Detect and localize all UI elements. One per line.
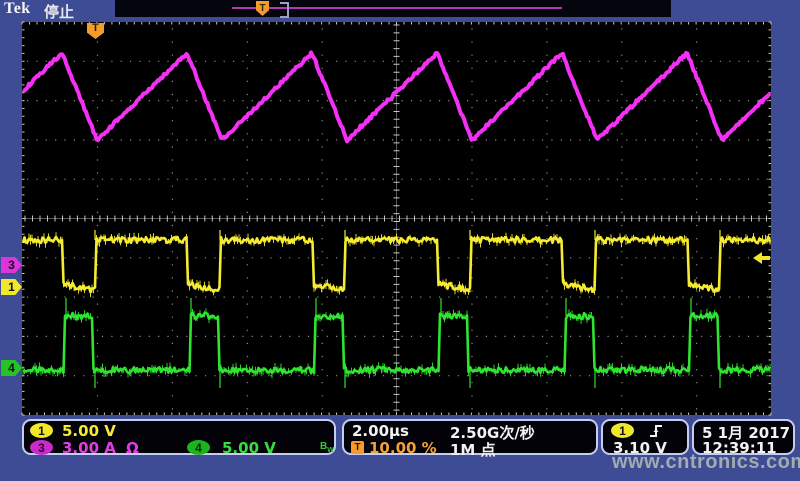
ch1-ground-marker: 1 <box>1 279 22 295</box>
oscilloscope-screen: Tek 停止 T T 3 1 4 1 5.00 V 3 3.00 A Ω 4 5… <box>0 0 800 481</box>
record-window-bracket-icon <box>280 2 289 18</box>
ch4-badge: 4 <box>187 440 210 455</box>
watermark: www.cntronics.com <box>612 451 800 474</box>
datetime-readout-box: 5 1月 2017 12:39:11 <box>692 419 795 455</box>
ch3-coupling: Ω <box>126 439 139 457</box>
ch3-ground-marker: 3 <box>1 257 22 273</box>
timebase-readout: 2.00µs <box>352 422 409 440</box>
record-view-bar: T <box>115 0 671 17</box>
ch4-scale: 5.00 V <box>222 439 276 457</box>
ch3-badge: 3 <box>30 440 53 455</box>
ch1-badge: 1 <box>30 423 53 438</box>
record-length-readout: 1M 点 <box>450 439 496 460</box>
trigger-position-readout: 10.00 % <box>369 439 437 457</box>
graticule <box>22 22 771 415</box>
trigger-level-arrow-icon <box>753 252 770 264</box>
tek-logo: Tek <box>4 0 31 18</box>
trigger-slope-rising-icon <box>649 424 663 438</box>
record-trigger-position-icon: T <box>256 1 269 16</box>
ch4-bandwidth-limit-icon: BW <box>320 441 334 454</box>
trigger-position-icon: T <box>351 441 364 454</box>
horizontal-readout-box: 2.00µs T 10.00 % 2.50G次/秒 1M 点 <box>342 419 598 455</box>
channel-readout-box: 1 5.00 V 3 3.00 A Ω 4 5.00 V BW <box>22 419 336 455</box>
ch4-ground-marker: 4 <box>1 360 22 376</box>
acquisition-status: 停止 <box>44 1 74 22</box>
trigger-source-badge: 1 <box>611 423 634 438</box>
ch1-scale: 5.00 V <box>62 422 116 440</box>
ch3-scale: 3.00 A <box>62 439 116 457</box>
trigger-readout-box: 1 3.10 V <box>601 419 689 455</box>
